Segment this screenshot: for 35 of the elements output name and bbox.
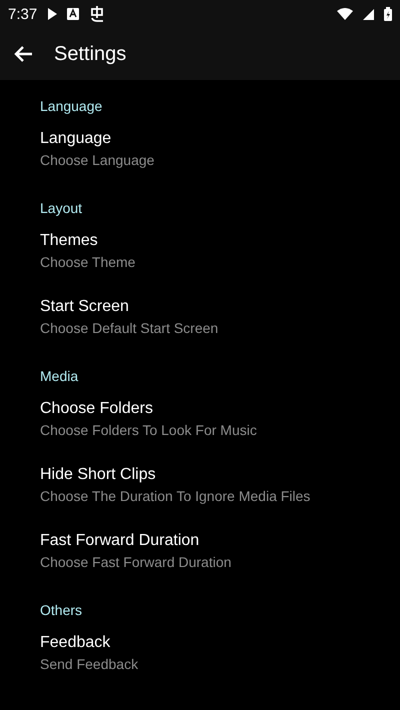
settings-item[interactable]: Themes Choose Theme bbox=[0, 218, 400, 284]
play-icon bbox=[47, 8, 58, 20]
settings-item[interactable]: Language Choose Language bbox=[0, 116, 400, 182]
signal-icon bbox=[363, 8, 374, 20]
app-notification-icon bbox=[67, 8, 80, 20]
item-subtitle: Choose Language bbox=[40, 151, 156, 170]
section-header: Layout bbox=[39, 199, 84, 218]
settings-item[interactable]: Start Screen Choose Default Start Screen bbox=[0, 284, 400, 350]
back-button[interactable] bbox=[14, 44, 34, 64]
battery-icon bbox=[384, 7, 392, 21]
item-title: Start Screen bbox=[40, 297, 130, 317]
wifi-icon bbox=[337, 8, 353, 20]
item-title: Themes bbox=[40, 231, 99, 251]
item-title: Language bbox=[40, 129, 112, 149]
item-title: Hide Short Clips bbox=[40, 465, 157, 485]
item-title: Choose Folders bbox=[40, 399, 154, 419]
item-subtitle: Choose The Duration To Ignore Media Files bbox=[40, 487, 312, 506]
notification-icon bbox=[89, 6, 106, 22]
clock: 7:37 bbox=[8, 6, 38, 22]
settings-item[interactable]: Choose Folders Choose Folders To Look For Music bbox=[0, 386, 400, 452]
section-header: Media bbox=[39, 367, 80, 386]
screen-title: Settings bbox=[54, 42, 126, 66]
item-subtitle: Send Feedback bbox=[40, 655, 140, 674]
settings-item[interactable]: Hide Short Clips Choose The Duration To Ignore Media Files bbox=[0, 452, 400, 518]
item-title: Fast Forward Duration bbox=[40, 531, 200, 551]
item-subtitle: Choose Fast Forward Duration bbox=[40, 553, 232, 572]
section-header: Others bbox=[39, 601, 84, 620]
item-subtitle: Choose Folders To Look For Music bbox=[40, 421, 258, 440]
back-arrow-icon bbox=[14, 44, 34, 64]
section-header: Language bbox=[39, 97, 104, 116]
item-title: Feedback bbox=[40, 633, 112, 653]
item-subtitle: Choose Default Start Screen bbox=[40, 319, 220, 338]
settings-item[interactable]: Feedback Send Feedback bbox=[0, 620, 400, 686]
settings-item[interactable]: Fast Forward Duration Choose Fast Forward Duration bbox=[0, 518, 400, 584]
item-subtitle: Choose Theme bbox=[40, 253, 136, 272]
